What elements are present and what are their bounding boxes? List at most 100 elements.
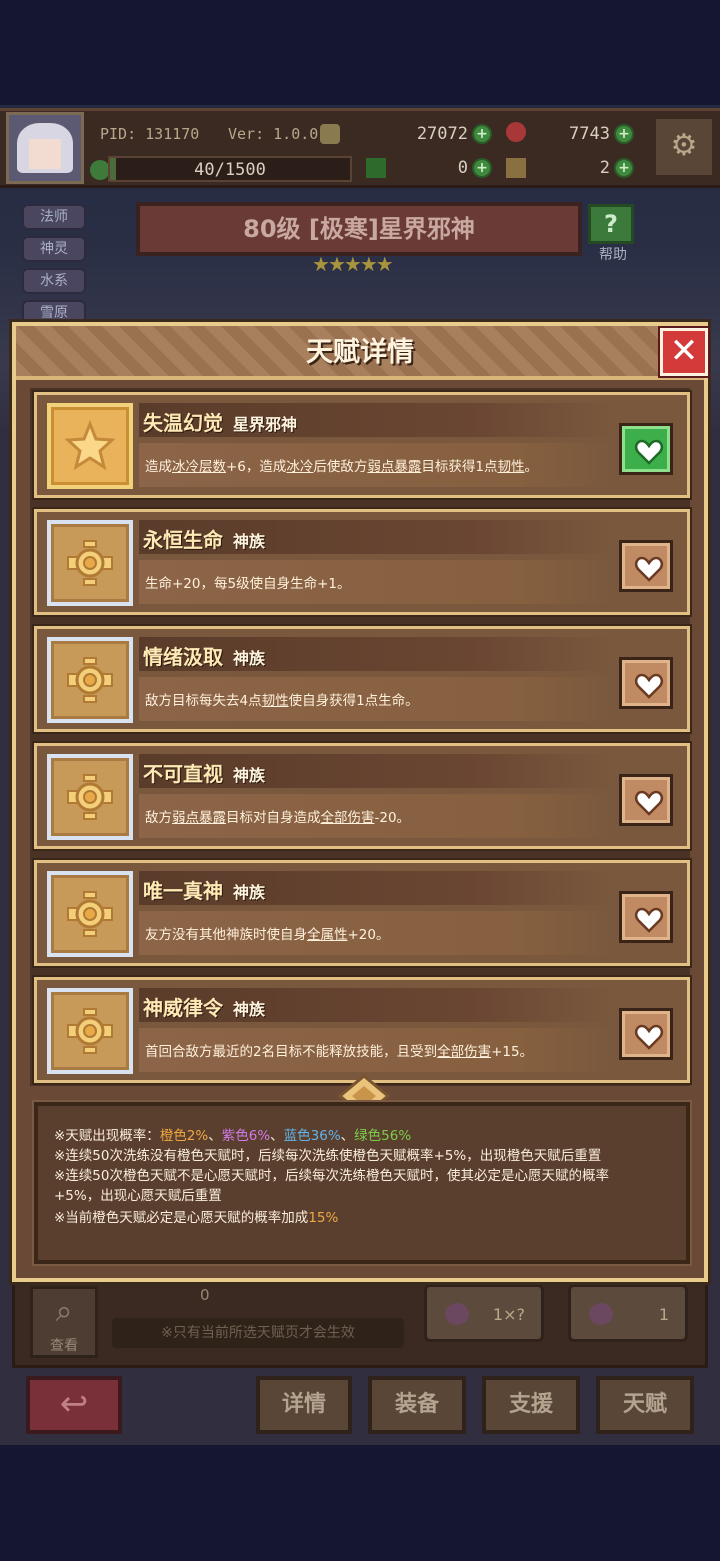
heart-icon bbox=[634, 439, 664, 465]
probability-info-box: ※天赋出现概率：橙色2%、紫色6%、蓝色36%、绿色56% ※连续50次洗练没有… bbox=[34, 1102, 690, 1264]
coin-icon bbox=[320, 124, 340, 144]
add-gold-button[interactable]: + bbox=[472, 124, 492, 144]
wish-toggle[interactable] bbox=[619, 1008, 673, 1060]
info-wish-pity-line: ※连续50次橙色天赋不是心愿天赋时，后续每次洗练橙色天赋时，使其必定是心愿天赋的… bbox=[54, 1168, 609, 1184]
divine-emblem-icon bbox=[47, 871, 133, 957]
nav-details[interactable]: 详情 bbox=[256, 1376, 352, 1434]
view-label: 查看 bbox=[50, 1338, 78, 1354]
add-gem-button[interactable]: + bbox=[614, 124, 634, 144]
talent-card[interactable]: 失温幻觉 星界邪神造成冰冷层数+6，造成冰冷后使敌方弱点暴露目标获得1点韧性。 bbox=[34, 392, 690, 498]
player-avatar[interactable] bbox=[6, 112, 84, 184]
gem-count: 7743 bbox=[569, 124, 610, 144]
tag-class[interactable]: 法师 bbox=[22, 204, 86, 230]
exp-progress-fill bbox=[110, 158, 117, 180]
key-count: 2 bbox=[599, 158, 610, 178]
talent-detail-modal: 天赋详情 ✕ 失温幻觉 星界邪神造成冰冷层数+6，造成冰冷后使敌方弱点暴露目标获得… bbox=[12, 322, 708, 1282]
auto-reroll-button[interactable]: 1×? bbox=[424, 1284, 544, 1342]
talent-card[interactable]: 神威律令 神族首回合敌方最近的2名目标不能释放技能，且受到全部伤害+15。 bbox=[34, 977, 690, 1083]
clover-icon bbox=[366, 158, 386, 178]
talent-description: 敌方目标每失去4点韧性使自身获得1点生命。 bbox=[145, 693, 419, 709]
auto-reroll-cost: 1×? bbox=[492, 1305, 525, 1324]
tag-race[interactable]: 神灵 bbox=[22, 236, 86, 262]
back-button[interactable]: ↩ bbox=[26, 1376, 122, 1434]
talent-tag: 神族 bbox=[233, 532, 266, 551]
page-note: ※只有当前所选天赋页才会生效 bbox=[112, 1318, 404, 1348]
nav-talent[interactable]: 天赋 bbox=[596, 1376, 694, 1434]
star-icon: ★ bbox=[359, 252, 378, 276]
gem-icon bbox=[506, 122, 526, 142]
wish-toggle[interactable] bbox=[619, 891, 673, 943]
talent-card[interactable]: 情绪汲取 神族敌方目标每失去4点韧性使自身获得1点生命。 bbox=[34, 626, 690, 732]
star-icon: ★ bbox=[343, 252, 362, 276]
wish-toggle[interactable] bbox=[619, 774, 673, 826]
divine-emblem-icon bbox=[47, 637, 133, 723]
info-current-bonus-line: ※当前橙色天赋必定是心愿天赋的概率加成15% bbox=[54, 1210, 339, 1226]
nav-equip[interactable]: 装备 bbox=[368, 1376, 466, 1434]
talent-name: 不可直视 bbox=[143, 762, 223, 786]
wish-toggle[interactable] bbox=[619, 657, 673, 709]
tag-element[interactable]: 水系 bbox=[22, 268, 86, 294]
divine-emblem-icon bbox=[47, 988, 133, 1074]
help-button[interactable]: ? 帮助 bbox=[588, 204, 638, 263]
talent-card[interactable]: 不可直视 神族敌方弱点暴露目标对自身造成全部伤害-20。 bbox=[34, 743, 690, 849]
nav-support[interactable]: 支援 bbox=[482, 1376, 580, 1434]
talent-name: 情绪汲取 bbox=[143, 645, 223, 669]
heart-icon bbox=[634, 673, 664, 699]
info-pity-line: ※连续50次洗练没有橙色天赋时，后续每次洗练使橙色天赋概率+5%，出现橙色天赋后… bbox=[54, 1148, 602, 1164]
star-icon: ★ bbox=[327, 252, 346, 276]
info-probability-line: ※天赋出现概率：橙色2%、紫色6%、蓝色36%、绿色56% bbox=[54, 1128, 412, 1144]
talent-tag: 神族 bbox=[233, 883, 266, 902]
pid-label: PID: 131170 bbox=[100, 125, 200, 143]
hero-title-banner: 80级 [极寒]星界邪神 bbox=[136, 202, 582, 256]
heart-icon bbox=[634, 790, 664, 816]
material-count: 0 bbox=[200, 1286, 210, 1304]
talent-description: 生命+20，每5级使自身生命+1。 bbox=[145, 576, 351, 592]
gold-count: 27072 bbox=[416, 124, 468, 144]
star-icon: ★ bbox=[375, 252, 394, 276]
talent-tag: 神族 bbox=[233, 1000, 266, 1019]
wish-toggle[interactable] bbox=[619, 540, 673, 592]
talent-tag: 神族 bbox=[233, 766, 266, 785]
reroll-cost: 1 bbox=[658, 1305, 669, 1324]
talent-description: 造成冰冷层数+6，造成冰冷后使敌方弱点暴露目标获得1点韧性。 bbox=[145, 459, 538, 475]
potion-icon bbox=[445, 1303, 469, 1325]
heart-icon bbox=[634, 1024, 664, 1050]
reroll-button[interactable]: 1 bbox=[568, 1284, 688, 1342]
talent-card[interactable]: 永恒生命 神族生命+20，每5级使自身生命+1。 bbox=[34, 509, 690, 615]
question-icon: ? bbox=[588, 204, 634, 244]
view-button[interactable]: ⌕ 查看 bbox=[30, 1286, 98, 1358]
talent-list[interactable]: 失温幻觉 星界邪神造成冰冷层数+6，造成冰冷后使敌方弱点暴露目标获得1点韧性。永恒… bbox=[30, 388, 690, 1086]
gear-icon: ⚙ bbox=[670, 128, 698, 163]
talent-description: 敌方弱点暴露目标对自身造成全部伤害-20。 bbox=[145, 810, 411, 826]
hero-title: 80级 [极寒]星界邪神 bbox=[243, 215, 475, 243]
settings-button[interactable]: ⚙ bbox=[652, 115, 716, 179]
talent-card[interactable]: 唯一真神 神族友方没有其他神族时使自身全属性+20。 bbox=[34, 860, 690, 966]
help-label: 帮助 bbox=[599, 247, 627, 263]
wish-toggle-on[interactable] bbox=[619, 423, 673, 475]
talent-name: 唯一真神 bbox=[143, 879, 223, 903]
talent-name: 永恒生命 bbox=[143, 528, 223, 552]
magnifier-icon: ⌕ bbox=[55, 1294, 73, 1329]
exp-text: 40/1500 bbox=[194, 160, 266, 180]
close-button[interactable]: ✕ bbox=[660, 328, 708, 376]
info-wish-pity-line-cont: +5%，出现心愿天赋后重置 bbox=[54, 1188, 222, 1204]
talent-description: 首回合敌方最近的2名目标不能释放技能，且受到全部伤害+15。 bbox=[145, 1044, 534, 1060]
talent-name: 失温幻觉 bbox=[143, 411, 223, 435]
talent-description: 友方没有其他神族时使自身全属性+20。 bbox=[145, 927, 390, 943]
talent-tag: 神族 bbox=[233, 649, 266, 668]
return-arrow-icon: ↩ bbox=[59, 1384, 89, 1424]
divine-emblem-icon bbox=[47, 520, 133, 606]
clover-level-icon bbox=[90, 160, 110, 180]
star-icon: ★ bbox=[312, 252, 330, 276]
hero-star-rating: ★★★★★ bbox=[312, 252, 394, 276]
talent-name: 神威律令 bbox=[143, 996, 223, 1020]
divine-emblem-icon bbox=[47, 754, 133, 840]
add-clover-button[interactable]: + bbox=[472, 158, 492, 178]
heart-icon bbox=[634, 556, 664, 582]
add-key-button[interactable]: + bbox=[614, 158, 634, 178]
modal-title: 天赋详情 bbox=[306, 337, 414, 368]
clover-count: 0 bbox=[457, 158, 468, 178]
talent-tag: 星界邪神 bbox=[233, 415, 298, 434]
key-icon bbox=[506, 158, 526, 178]
star-talent-icon bbox=[47, 403, 133, 489]
